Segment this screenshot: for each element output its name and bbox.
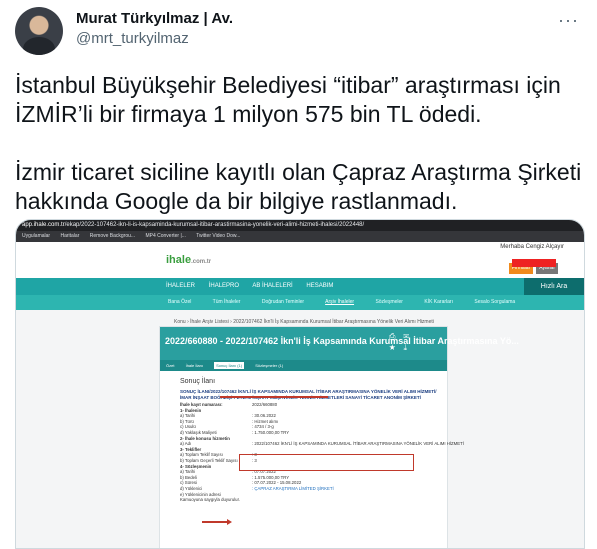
card-tab: İhale İlanı [185,363,203,368]
quick-search: Hızlı Ara [524,278,584,295]
red-underline-annotation [220,396,328,398]
address-path: /ekap/2022-107462-ikn-li-is-kapsaminda-k… [64,222,365,228]
download-icon: ⤓ [403,343,416,352]
subnav-item-active: Arşiv İhaleler [325,299,355,305]
redaction-bar [512,259,556,267]
tweet-paragraph: İzmir ticaret siciline kayıtlı olan Çapr… [15,159,582,214]
tweet-paragraph: İstanbul Büyükşehir Belediyesi “itibar” … [15,72,561,127]
result-row: Kamuoyuna saygıyla duyurulur. [180,497,445,503]
tender-card-header: 2022/660880 - 2022/107462 İkn'li İş Kaps… [160,327,519,360]
mail-icon: ✉ [403,332,417,341]
result-rows: İhale kayıt numarası: 2022/660880 1- İhale… [180,402,464,503]
tweet-text: İstanbul Büyükşehir Belediyesi “itibar” … [15,71,585,216]
author-handle[interactable]: @mrt_turkyilmaz [76,30,233,47]
bookmark-item: Haritalar [60,233,80,239]
browser-address-bar: app.ihale.com.tr/ekap/2022-107462-ikn-li… [16,220,584,231]
breadcrumb: Konu › İhale Arşiv Listesi › 2022/107462… [174,319,434,325]
author-block: Murat Türkyılmaz | Av. @mrt_turkyilmaz [76,10,233,47]
greeting-text: Merhaba Cengiz Alçayır [500,244,564,250]
subnav-item: Bana Özel [168,299,192,305]
bookmark-item: MP4 Converter |... [145,233,186,239]
subnav-item: Sesalo Sorgulama [474,299,516,305]
author-name[interactable]: Murat Türkyılmaz | Av. [76,10,233,27]
site-logo: ihale.com.tr [166,254,212,266]
card-tab-active: Sonuç İlanı (1) [214,362,245,369]
avatar[interactable] [15,7,63,55]
subnav-item: KİK Kararları [424,299,453,305]
bookmark-item: Twitter Video Dow... [196,233,241,239]
nav-item: İHALEPRO [208,283,240,289]
printer-icon: ⎙ [389,332,404,341]
nav-item: İHALELER [166,283,196,289]
subnav-item: Tüm İhaleler [212,299,241,305]
tweet: Murat Türkyılmaz | Av. @mrt_turkyilmaz ·… [0,0,597,549]
red-arrow-annotation [202,519,232,524]
site-subnav: Bana Özel Tüm İhaleler Doğrudan Teminler… [16,295,584,310]
subnav-item: Sözleşmeler [375,299,403,305]
card-tabs: Özet İhale İlanı Sonuç İlanı (1) Sözleşm… [160,360,447,371]
result-row-label: Kamuoyuna saygıyla duyurulur. [180,497,240,503]
tender-card: 2022/660880 - 2022/107462 İkn'li İş Kaps… [159,326,519,548]
nav-item: AB İHALELERİ [252,283,293,289]
attached-screenshot[interactable]: app.ihale.com.tr/ekap/2022-107462-ikn-li… [15,219,585,549]
nav-item: HESABIM [306,283,334,289]
address-host: app.ihale.com.tr [22,222,65,228]
bookmark-item: Uygulamalar [22,233,51,239]
more-horizontal-icon[interactable]: ··· [558,10,579,31]
subnav-item: Doğrudan Teminler [261,299,305,305]
result-heading: SONUÇ İLANI/2022/107462 İKN'Lİ İŞ KAPSAM… [180,389,437,400]
bookmarks-bar: Uygulamalar Haritalar Remove Backgrou...… [16,231,584,242]
bookmark-item: Remove Backgrou... [89,233,136,239]
section-title: Sonuç İlanı [180,378,216,385]
red-box-annotation [239,454,414,471]
site-header: ihale.com.tr Merhaba Cengiz Alçayır Firm… [16,242,584,278]
card-tab: Sözleşmeler (1) [255,363,284,368]
card-tab: Özet [166,363,175,368]
site-nav: İHALELER İHALEPRO AB İHALELERİ HESABIM H… [16,278,584,295]
star-icon: ★ [389,343,404,352]
tender-title: 2022/660880 - 2022/107462 İkn'li İş Kaps… [165,336,519,346]
card-action-icons: ⎙✉ ★⤓ [389,331,435,353]
